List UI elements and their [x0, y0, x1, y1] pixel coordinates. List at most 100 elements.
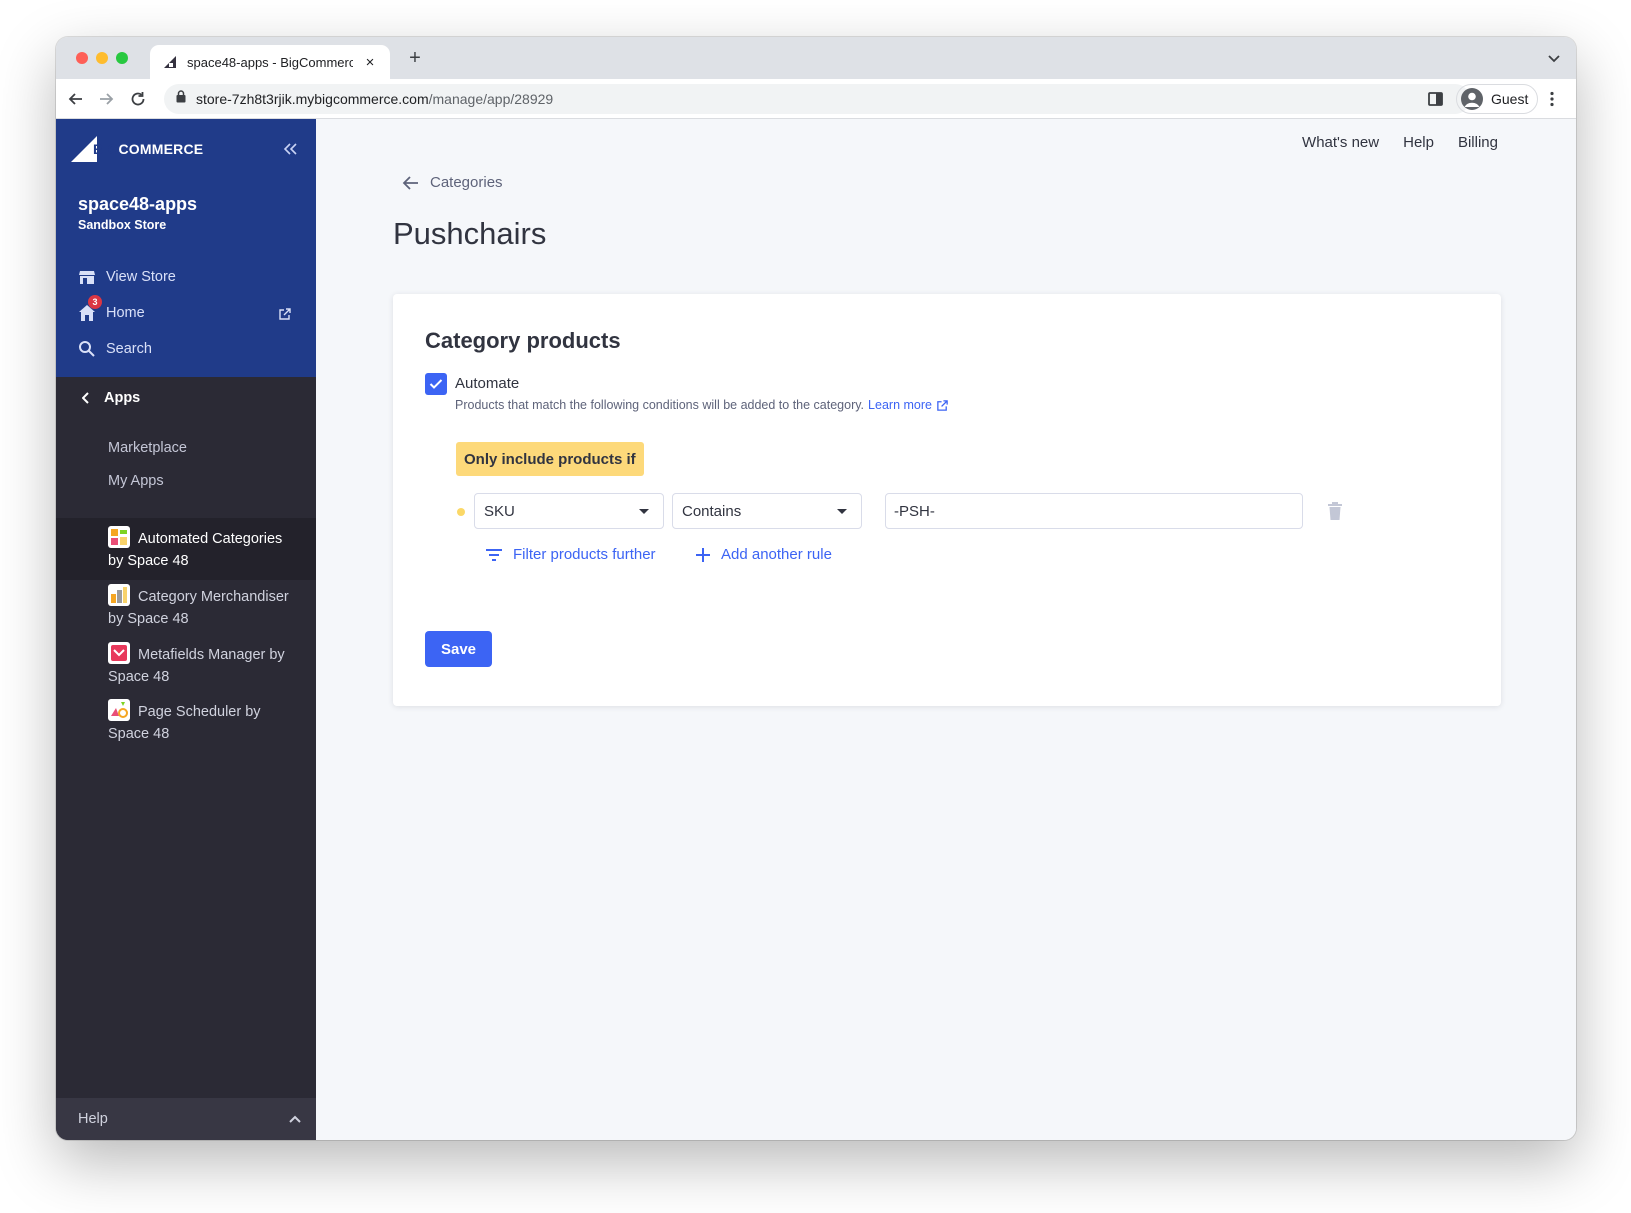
- storefront-icon: [78, 268, 96, 286]
- delete-rule-trash-icon[interactable]: [1327, 502, 1343, 520]
- browser-tab[interactable]: space48-apps - BigCommerce ×: [150, 45, 390, 79]
- collapse-sidebar-icon[interactable]: [282, 141, 298, 157]
- minimize-window-button[interactable]: [96, 52, 108, 64]
- sidebar-app-category-merchandiser[interactable]: Category Merchandiser by Space 48: [56, 576, 316, 638]
- bigcommerce-app: BIG COMMERCE space48-apps Sandbox Store V…: [56, 119, 1576, 1140]
- notification-badge: 3: [88, 295, 102, 309]
- select-value: SKU: [484, 502, 515, 520]
- app-label: Automated Categories by Space 48: [108, 531, 283, 569]
- browser-menu-icon[interactable]: [1542, 89, 1562, 109]
- automate-checkbox[interactable]: [425, 373, 447, 395]
- sidebar-item-label: Home: [106, 305, 145, 321]
- help-link[interactable]: Help: [1403, 134, 1434, 151]
- chevron-left-icon: [82, 392, 89, 404]
- back-to-categories-link[interactable]: Categories: [402, 174, 503, 191]
- search-icon: [78, 340, 96, 358]
- sidebar-help-footer[interactable]: Help: [56, 1098, 316, 1140]
- rule-operator-select[interactable]: Contains: [672, 493, 862, 529]
- sidebar-section-apps[interactable]: Apps: [82, 390, 140, 406]
- billing-link[interactable]: Billing: [1458, 134, 1498, 151]
- logo-text-light: COMMERCE: [118, 141, 204, 157]
- store-type: Sandbox Store: [78, 218, 167, 232]
- caret-down-icon: [837, 508, 847, 514]
- whats-new-link[interactable]: What's new: [1302, 134, 1379, 151]
- address-bar[interactable]: store-7zh8t3rjik.mybigcommerce.com/manag…: [164, 84, 1470, 114]
- lock-icon: [176, 90, 186, 108]
- side-panel-icon[interactable]: [1426, 89, 1446, 109]
- category-products-panel: Category products Automate Products that…: [393, 294, 1501, 706]
- app-label: Metafields Manager by Space 48: [108, 647, 285, 685]
- sidebar: BIG COMMERCE space48-apps Sandbox Store V…: [56, 119, 316, 1140]
- page-scheduler-app-icon: [108, 699, 130, 721]
- rule-field-select[interactable]: SKU: [474, 493, 664, 529]
- sidebar-item-view-store[interactable]: View Store: [78, 265, 176, 289]
- help-label: Help: [78, 1111, 108, 1127]
- home-icon: 3: [78, 295, 102, 322]
- sidebar-item-home[interactable]: 3 Home: [78, 295, 145, 325]
- logo-text-bold: BIG: [93, 141, 119, 157]
- url-host: store-7zh8t3rjik.mybigcommerce.com: [196, 91, 429, 107]
- sidebar-item-my-apps[interactable]: My Apps: [108, 473, 164, 489]
- chevron-up-icon: [289, 1115, 301, 1123]
- select-value: Contains: [682, 502, 742, 520]
- zoom-window-button[interactable]: [116, 52, 128, 64]
- sidebar-app-metafields-manager[interactable]: Metafields Manager by Space 48: [56, 634, 316, 696]
- condition-pill: Only include products if: [456, 442, 644, 476]
- section-label: Apps: [104, 390, 141, 406]
- tab-close-icon[interactable]: ×: [362, 54, 378, 71]
- filter-icon: [486, 548, 502, 561]
- learn-more-link[interactable]: Learn more: [868, 398, 932, 412]
- automated-categories-app-icon: [108, 526, 130, 548]
- sidebar-header: BIG COMMERCE space48-apps Sandbox Store V…: [56, 119, 316, 377]
- sidebar-item-label: View Store: [106, 269, 176, 285]
- page-title: Pushchairs: [393, 216, 547, 251]
- browser-window: space48-apps - BigCommerce × + store-7zh…: [56, 37, 1576, 1140]
- sidebar-item-label: Search: [106, 341, 152, 357]
- url-path: /manage/app/28929: [428, 91, 554, 107]
- back-label: Categories: [430, 174, 503, 191]
- panel-title: Category products: [425, 328, 621, 353]
- external-link-icon[interactable]: [936, 399, 949, 412]
- automate-label[interactable]: Automate: [455, 375, 519, 392]
- checkmark-icon: [429, 379, 443, 389]
- close-window-button[interactable]: [76, 52, 88, 64]
- sidebar-app-page-scheduler[interactable]: Page Scheduler by Space 48: [56, 691, 316, 753]
- caret-down-icon: [639, 508, 649, 514]
- metafields-manager-app-icon: [108, 642, 130, 664]
- sidebar-item-marketplace[interactable]: Marketplace: [108, 440, 187, 456]
- button-label: Filter products further: [513, 546, 656, 563]
- category-merchandiser-app-icon: [108, 584, 130, 606]
- guest-avatar-icon: [1461, 88, 1483, 110]
- tab-strip: space48-apps - BigCommerce × +: [56, 37, 1576, 79]
- new-tab-button[interactable]: +: [403, 47, 427, 70]
- save-button[interactable]: Save: [425, 631, 492, 667]
- tab-title: space48-apps - BigCommerce: [187, 54, 353, 70]
- sidebar-item-search[interactable]: Search: [78, 337, 152, 361]
- help-description: Products that match the following condit…: [455, 398, 865, 412]
- browser-toolbar: store-7zh8t3rjik.mybigcommerce.com/manag…: [56, 79, 1576, 119]
- profile-name: Guest: [1491, 91, 1529, 107]
- top-navigation: What's new Help Billing: [1302, 134, 1498, 151]
- profile-button[interactable]: Guest: [1456, 84, 1538, 114]
- plus-icon: [696, 547, 710, 562]
- url-text: store-7zh8t3rjik.mybigcommerce.com/manag…: [196, 91, 553, 107]
- bigcommerce-favicon-icon: [162, 54, 178, 70]
- button-label: Add another rule: [721, 546, 832, 563]
- tab-search-chevron-icon[interactable]: [1546, 50, 1562, 66]
- add-another-rule-button[interactable]: Add another rule: [695, 546, 832, 563]
- sidebar-app-automated-categories[interactable]: Automated Categories by Space 48: [56, 518, 316, 580]
- forward-arrow-icon[interactable]: [94, 87, 118, 111]
- automate-help-text: Products that match the following condit…: [455, 398, 949, 412]
- store-name: space48-apps: [78, 194, 198, 214]
- bigcommerce-logo[interactable]: BIG COMMERCE: [71, 136, 203, 162]
- back-arrow-icon[interactable]: [64, 87, 88, 111]
- app-label: Page Scheduler by Space 48: [108, 704, 261, 742]
- filter-products-further-button[interactable]: Filter products further: [485, 546, 656, 563]
- app-label: Category Merchandiser by Space 48: [108, 589, 289, 627]
- rule-indicator-dot: [457, 508, 465, 516]
- rule-value-input[interactable]: [885, 493, 1303, 529]
- reload-icon[interactable]: [126, 87, 150, 111]
- main-content: What's new Help Billing Categories Pushc…: [316, 119, 1576, 1140]
- external-link-icon[interactable]: [278, 307, 292, 321]
- back-arrow-icon: [402, 175, 418, 190]
